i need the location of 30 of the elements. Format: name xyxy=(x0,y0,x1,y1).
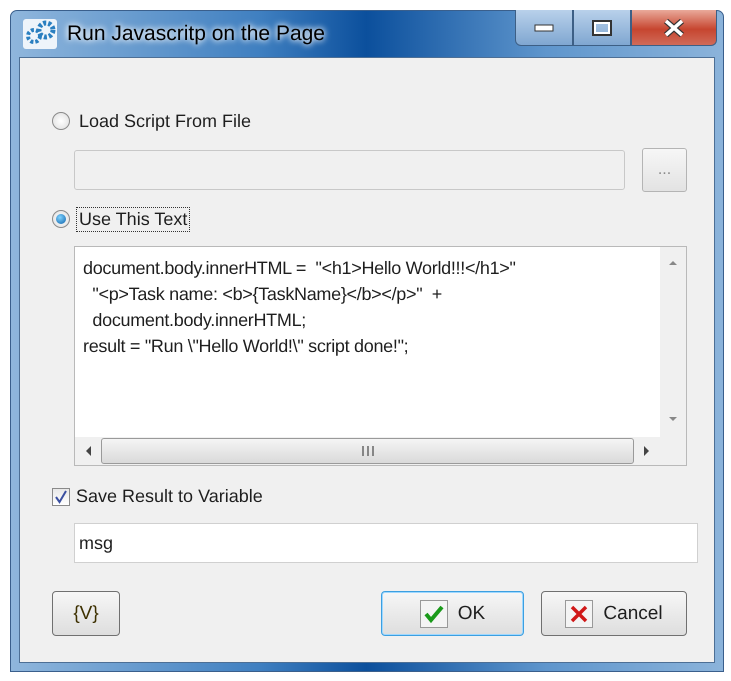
checkbox[interactable] xyxy=(52,488,70,506)
checkbox-label[interactable]: Save Result to Variable xyxy=(76,486,263,507)
radio-button[interactable] xyxy=(52,112,70,130)
ok-button[interactable]: OK xyxy=(381,591,524,636)
variable-name-field[interactable]: msg xyxy=(74,523,698,563)
minimize-button[interactable] xyxy=(515,10,573,46)
code-line: result = "Run \"Hello World!\" script done!"; xyxy=(83,335,410,358)
scroll-right-icon[interactable] xyxy=(642,445,652,457)
code-line: document.body.innerHTML; xyxy=(91,309,307,332)
maximize-icon xyxy=(592,20,612,36)
x-icon xyxy=(565,600,594,628)
gears-icon xyxy=(23,19,57,49)
close-button[interactable] xyxy=(631,10,717,46)
script-editor[interactable]: document.body.innerHTML = "<h1>Hello World!!!</h1>" "<p>Task name: <b>{TaskName}</b></p>" + document.body.innerHTML; result = "Run \"Hello World!\" script done!"; xyxy=(74,246,687,466)
variables-button[interactable]: {V} xyxy=(52,591,120,636)
file-path-field[interactable] xyxy=(74,150,625,190)
close-icon xyxy=(663,18,685,36)
vertical-scrollbar[interactable] xyxy=(660,247,686,465)
radio-label[interactable]: Use This Text xyxy=(76,206,190,232)
maximize-button[interactable] xyxy=(573,10,631,46)
code-line: document.body.innerHTML = "<h1>Hello World!!!</h1>" xyxy=(83,257,517,280)
cancel-button[interactable]: Cancel xyxy=(541,591,687,636)
horizontal-scrollbar[interactable] xyxy=(75,437,660,465)
code-line: "<p>Task name: <b>{TaskName}</b></p>" + xyxy=(91,283,443,306)
checkmark-icon xyxy=(420,600,448,628)
grip-icon xyxy=(360,446,374,456)
minimize-icon xyxy=(534,24,554,32)
radio-label[interactable]: Load Script From File xyxy=(76,108,254,134)
window-title: Run Javascritp on the Page xyxy=(67,22,325,46)
radio-button[interactable] xyxy=(52,210,70,228)
